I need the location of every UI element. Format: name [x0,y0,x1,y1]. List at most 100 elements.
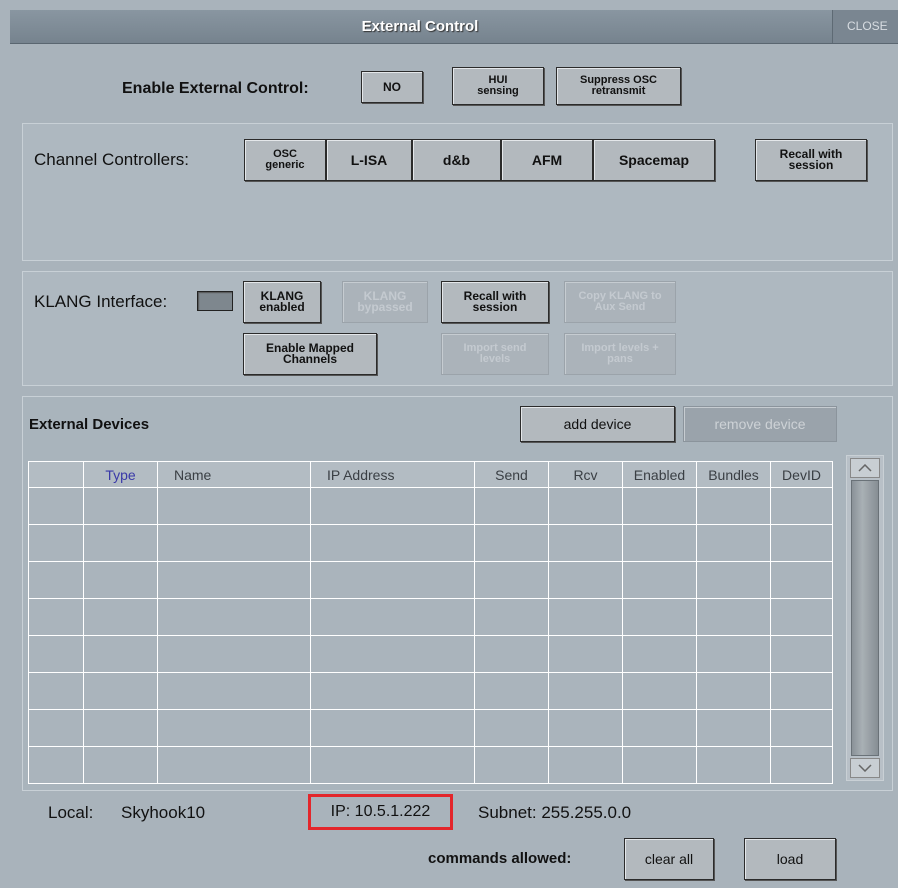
table-cell[interactable] [696,598,771,636]
table-cell[interactable] [474,635,549,673]
table-cell[interactable] [548,672,623,710]
table-cell[interactable] [474,709,549,747]
table-cell[interactable] [770,524,833,562]
table-cell[interactable] [770,561,833,599]
table-cell[interactable] [548,598,623,636]
table-cell[interactable] [622,672,697,710]
klang-bypassed-button[interactable]: KLANG bypassed [342,281,428,323]
column-header-name[interactable]: Name [157,461,311,488]
table-cell[interactable] [83,709,158,747]
column-header-type[interactable]: Type [83,461,158,488]
table-cell[interactable] [474,487,549,525]
table-cell[interactable] [548,561,623,599]
table-cell[interactable] [310,672,475,710]
table-cell[interactable] [622,561,697,599]
table-cell[interactable] [474,746,549,784]
table-row[interactable] [28,746,833,784]
table-cell[interactable] [696,635,771,673]
table-cell[interactable] [548,635,623,673]
table-cell[interactable] [28,746,84,784]
table-cell[interactable] [157,635,311,673]
table-cell[interactable] [696,561,771,599]
table-cell[interactable] [310,524,475,562]
table-row[interactable] [28,524,833,562]
hui-sensing-button[interactable]: HUI sensing [452,67,544,105]
column-header-send[interactable]: Send [474,461,549,488]
table-cell[interactable] [157,598,311,636]
table-cell[interactable] [83,561,158,599]
devices-scrollbar[interactable] [846,455,884,781]
table-cell[interactable] [622,635,697,673]
table-cell[interactable] [28,487,84,525]
table-cell[interactable] [474,672,549,710]
table-cell[interactable] [548,487,623,525]
table-cell[interactable] [157,672,311,710]
table-cell[interactable] [157,746,311,784]
table-cell[interactable] [770,709,833,747]
table-cell[interactable] [770,672,833,710]
l-isa-button[interactable]: L-ISA [326,139,412,181]
table-cell[interactable] [157,487,311,525]
table-cell[interactable] [770,598,833,636]
table-cell[interactable] [28,709,84,747]
table-cell[interactable] [310,561,475,599]
scroll-up-arrow[interactable] [850,458,880,478]
enable-no-button[interactable]: NO [361,71,423,103]
add-device-button[interactable]: add device [520,406,675,442]
table-cell[interactable] [696,746,771,784]
table-cell[interactable] [696,487,771,525]
table-row[interactable] [28,487,833,525]
table-cell[interactable] [28,672,84,710]
table-cell[interactable] [696,524,771,562]
import-send-levels-button[interactable]: Import send levels [441,333,549,375]
table-cell[interactable] [474,561,549,599]
table-cell[interactable] [83,672,158,710]
table-cell[interactable] [622,524,697,562]
table-row[interactable] [28,598,833,636]
table-row[interactable] [28,672,833,710]
table-cell[interactable] [310,598,475,636]
table-cell[interactable] [83,746,158,784]
table-cell[interactable] [622,598,697,636]
table-cell[interactable] [157,561,311,599]
table-cell[interactable] [548,746,623,784]
table-row[interactable] [28,709,833,747]
column-header-rcv[interactable]: Rcv [548,461,623,488]
column-header-enabled[interactable]: Enabled [622,461,697,488]
table-cell[interactable] [622,746,697,784]
spacemap-button[interactable]: Spacemap [593,139,715,181]
suppress-osc-retransmit-button[interactable]: Suppress OSC retransmit [556,67,681,105]
table-cell[interactable] [310,487,475,525]
remove-device-button[interactable]: remove device [683,406,837,442]
table-cell[interactable] [474,598,549,636]
scroll-thumb[interactable] [851,480,879,756]
clear-all-button[interactable]: clear all [624,838,714,880]
db-button[interactable]: d&b [412,139,501,181]
table-cell[interactable] [310,709,475,747]
recall-with-session-button[interactable]: Recall with session [755,139,867,181]
table-cell[interactable] [770,487,833,525]
table-cell[interactable] [310,635,475,673]
table-cell[interactable] [622,709,697,747]
table-cell[interactable] [28,635,84,673]
table-cell[interactable] [157,524,311,562]
klang-enabled-button[interactable]: KLANG enabled [243,281,321,323]
copy-klang-to-aux-send-button[interactable]: Copy KLANG to Aux Send [564,281,676,323]
table-cell[interactable] [548,709,623,747]
load-button[interactable]: load [744,838,836,880]
column-header-ip-address[interactable]: IP Address [310,461,475,488]
table-cell[interactable] [548,524,623,562]
enable-mapped-channels-button[interactable]: Enable Mapped Channels [243,333,377,375]
table-cell[interactable] [696,672,771,710]
table-row[interactable] [28,635,833,673]
table-cell[interactable] [474,524,549,562]
table-cell[interactable] [83,524,158,562]
column-header-devid[interactable]: DevID [770,461,833,488]
close-button[interactable]: CLOSE [832,10,898,43]
table-row[interactable] [28,561,833,599]
table-cell[interactable] [83,487,158,525]
table-cell[interactable] [83,598,158,636]
table-cell[interactable] [28,561,84,599]
table-cell[interactable] [310,746,475,784]
column-header-bundles[interactable]: Bundles [696,461,771,488]
